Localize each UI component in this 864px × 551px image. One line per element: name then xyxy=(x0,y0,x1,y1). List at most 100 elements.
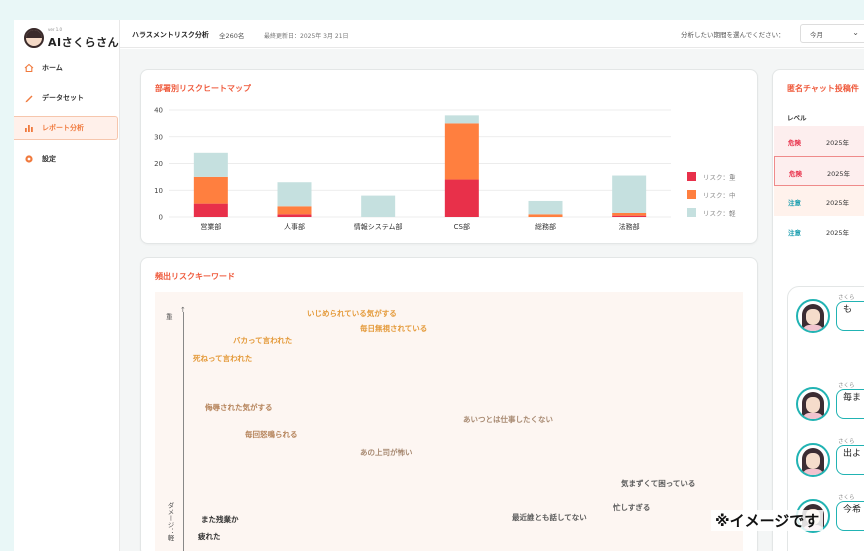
gear-icon xyxy=(24,154,34,164)
keyword[interactable]: 最近誰とも話してない xyxy=(512,512,587,523)
risk-level: 危険 xyxy=(789,170,802,178)
bar-segment xyxy=(193,203,228,217)
avatar xyxy=(796,443,830,477)
keyword-map: 重 ↑ ダメージ：軽 いじめられている気がする 毎日無視されている バカって言わ… xyxy=(155,292,743,551)
keyword-card: 頻出リスクキーワード 重 ↑ ダメージ：軽 いじめられている気がする 毎日無視さ… xyxy=(140,257,758,551)
y-tick-label: 10 xyxy=(154,187,163,195)
x-tick-label: 情報システム部 xyxy=(354,222,403,231)
x-tick-label: 人事部 xyxy=(284,222,305,231)
risk-level: 危険 xyxy=(788,139,801,147)
chat-card-title: 匿名チャット投稿件 xyxy=(787,84,859,93)
message-bubble: 出よ xyxy=(836,445,864,475)
keyword[interactable]: 毎回怒鳴られる xyxy=(245,429,298,440)
sender-name: さくら xyxy=(838,295,855,301)
post-date: 2025年 xyxy=(826,199,850,207)
keyword[interactable]: あいつとは仕事したくない xyxy=(463,414,553,425)
bar-segment xyxy=(528,214,563,217)
keyword[interactable]: いじめられている気がする xyxy=(307,308,397,319)
bar-segment xyxy=(612,212,647,216)
bar-segment xyxy=(444,123,479,180)
table-row[interactable]: 注意 2025年 xyxy=(774,186,864,216)
chat-message: さくら も xyxy=(796,295,864,335)
message-bubble: 今希 xyxy=(836,501,864,531)
sender-name: さくら xyxy=(838,439,855,445)
risk-level: 注意 xyxy=(788,229,801,237)
y-tick-label: 30 xyxy=(154,133,163,141)
x-tick-label: 法務部 xyxy=(619,222,640,231)
bar-segment xyxy=(612,175,647,213)
risk-level: 注意 xyxy=(788,199,801,207)
y-tick-label: 0 xyxy=(159,214,163,222)
main-content: 部署別リスクヒートマップ 0 10 20 30 40 営業部 人事部 情報システム部 CS部 総務… xyxy=(120,49,864,551)
last-updated: 最終更新日：2025年 3月 21日 xyxy=(264,33,349,40)
employee-count: 全260名 xyxy=(219,32,245,40)
table-row[interactable]: 危険 2025年 xyxy=(774,156,864,186)
period-select[interactable]: 今月 ⌄ xyxy=(800,24,864,43)
legend-label: リスク：中 xyxy=(703,191,736,200)
sidebar-item-label: レポート分析 xyxy=(42,124,84,132)
x-tick-label: CS部 xyxy=(454,222,470,231)
pencil-icon xyxy=(24,93,34,103)
bar-segment xyxy=(277,206,312,215)
heatmap-chart: 0 10 20 30 40 営業部 人事部 情報システム部 CS部 総務部 法務部 リスク：重リスク：… xyxy=(154,107,736,232)
heatmap-card: 部署別リスクヒートマップ 0 10 20 30 40 営業部 人事部 情報システム部 CS部 総務… xyxy=(140,69,758,244)
sidebar-item-home[interactable]: ホーム xyxy=(14,56,118,80)
keyword[interactable]: 気まずくて困っている xyxy=(621,478,695,489)
keyword-title: 頻出リスクキーワード xyxy=(155,272,235,281)
y-tick-label: 40 xyxy=(154,107,163,115)
bar-segment xyxy=(444,179,479,217)
x-tick-label: 営業部 xyxy=(200,222,221,231)
legend-label: リスク：重 xyxy=(703,174,736,182)
app-window: ver 1.0 AIさくらさん ホーム データセット レポート分析 設定 ハラス… xyxy=(14,20,864,551)
sidebar-item-label: ホーム xyxy=(42,64,63,72)
sidebar-item-settings[interactable]: 設定 xyxy=(14,147,118,171)
sidebar-item-report[interactable]: レポート分析 xyxy=(14,116,118,140)
sender-name: さくら xyxy=(838,495,855,501)
bar-segment xyxy=(361,195,396,217)
bar-segment xyxy=(612,215,647,217)
keyword[interactable]: 死ねって言われた xyxy=(193,353,252,364)
keyword[interactable]: 忙しすぎる xyxy=(613,502,650,513)
legend-label: リスク：軽 xyxy=(703,209,736,218)
sidebar-item-label: 設定 xyxy=(42,155,56,163)
post-date: 2025年 xyxy=(827,170,851,178)
period-value: 今月 xyxy=(810,31,823,39)
bar-segment xyxy=(277,214,312,217)
axis-label-heavy: 重 xyxy=(166,313,173,321)
page-title: ハラスメントリスク分析 xyxy=(132,31,209,39)
y-tick-label: 20 xyxy=(154,160,163,168)
chat-message: さくら 出よ xyxy=(796,439,864,479)
bar-chart-icon xyxy=(24,123,34,133)
x-tick-label: 総務部 xyxy=(535,222,556,231)
bar-segment xyxy=(193,152,228,177)
keyword[interactable]: また残業か xyxy=(201,514,239,525)
table-row[interactable]: 注意 2025年 xyxy=(774,216,864,246)
legend-swatch xyxy=(687,172,696,181)
damage-axis xyxy=(183,312,184,551)
bar-segment xyxy=(193,176,228,204)
sender-name: さくら xyxy=(838,383,855,389)
post-date: 2025年 xyxy=(826,139,850,147)
legend-swatch xyxy=(687,190,696,199)
sidebar-item-label: データセット xyxy=(42,94,84,102)
period-label: 分析したい期間を選んでください： xyxy=(681,31,785,39)
image-disclaimer: ※イメージです xyxy=(711,510,824,531)
avatar xyxy=(796,299,830,333)
header: ハラスメントリスク分析 全260名 最終更新日：2025年 3月 21日 分析し… xyxy=(120,20,864,48)
chat-message: さくら 毎ま xyxy=(796,383,864,423)
bar-segment xyxy=(444,115,479,124)
keyword[interactable]: あの上司が怖い xyxy=(360,447,413,458)
axis-label-damage: ダメージ：軽 xyxy=(166,502,174,541)
keyword[interactable]: 疲れた xyxy=(198,531,221,542)
bar-segment xyxy=(277,182,312,207)
level-column-header: レベル xyxy=(787,114,807,122)
keyword[interactable]: 毎日無視されている xyxy=(360,323,427,334)
table-row[interactable]: 危険 2025年 xyxy=(774,126,864,156)
home-icon xyxy=(24,63,34,73)
keyword[interactable]: 侮辱された気がする xyxy=(205,402,273,413)
legend-swatch xyxy=(687,208,696,217)
logo-version: ver 1.0 xyxy=(48,27,63,32)
sidebar-item-dataset[interactable]: データセット xyxy=(14,86,118,110)
logo-name: AIさくらさん xyxy=(48,36,120,49)
keyword[interactable]: バカって言われた xyxy=(233,335,292,346)
